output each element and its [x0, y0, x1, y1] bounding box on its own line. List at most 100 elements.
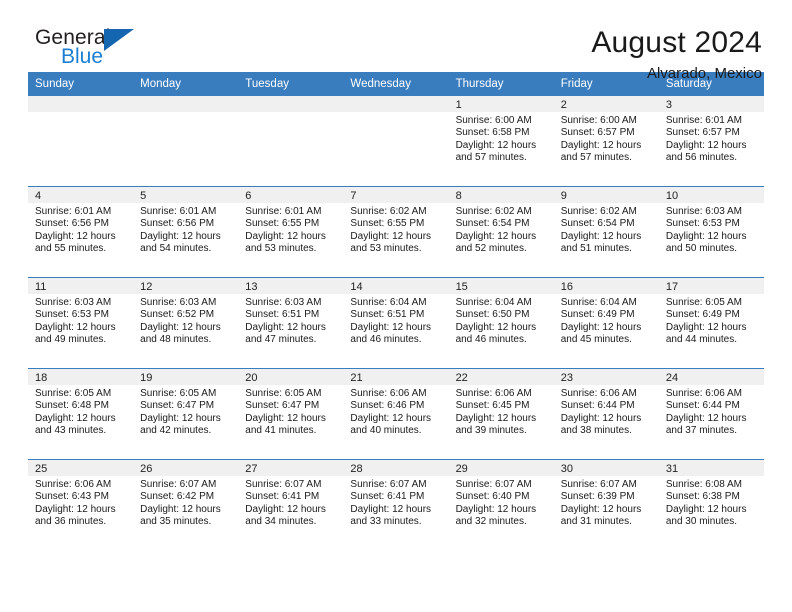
- day-number: 16: [553, 278, 659, 294]
- day-number: 6: [238, 187, 344, 203]
- calendar-week-row: 1 Sunrise: 6:00 AM Sunset: 6:58 PM Daylight…: [28, 96, 764, 187]
- sunset-time: Sunset: 6:51 PM: [350, 309, 425, 321]
- day-cell-inner: 27 Sunrise: 6:07 AM Sunset: 6:41 PM Dayligh…: [238, 460, 344, 550]
- calendar-day-cell[interactable]: 12 Sunrise: 6:03 AM Sunset: 6:52 PM Dayligh…: [133, 277, 239, 369]
- daylight-duration-line2: and 42 minutes.: [140, 425, 212, 437]
- calendar-day-cell[interactable]: 18 Sunrise: 6:05 AM Sunset: 6:48 PM Dayligh…: [28, 368, 134, 460]
- day-number: 20: [238, 369, 344, 385]
- calendar-day-cell[interactable]: 2 Sunrise: 6:00 AM Sunset: 6:57 PM Daylight…: [553, 96, 659, 187]
- general-blue-logo[interactable]: General Blue: [28, 26, 155, 68]
- title-block: August 2024 Alvarado, Mexico: [591, 26, 764, 84]
- calendar-day-cell[interactable]: 10 Sunrise: 6:03 AM Sunset: 6:53 PM Dayligh…: [658, 186, 764, 278]
- daylight-duration-line1: Daylight: 12 hours: [455, 139, 537, 151]
- calendar-day-cell[interactable]: 19 Sunrise: 6:05 AM Sunset: 6:47 PM Dayligh…: [133, 368, 239, 460]
- sunset-time: Sunset: 6:49 PM: [665, 309, 740, 321]
- day-cell-inner: 2 Sunrise: 6:00 AM Sunset: 6:57 PM Daylight…: [553, 96, 659, 186]
- page-header: General Blue August 2024 Alvarado, Mexic…: [28, 0, 764, 82]
- calendar-day-cell[interactable]: 20 Sunrise: 6:05 AM Sunset: 6:47 PM Dayligh…: [238, 368, 344, 460]
- daylight-duration-line2: and 38 minutes.: [560, 425, 632, 437]
- weekday-header-monday: Monday: [133, 72, 239, 96]
- calendar-day-cell[interactable]: 7 Sunrise: 6:02 AM Sunset: 6:55 PM Daylight…: [343, 186, 449, 278]
- sunset-time: Sunset: 6:44 PM: [560, 400, 635, 412]
- daylight-duration-line1: Daylight: 12 hours: [35, 412, 116, 424]
- logo-triangle-icon: [104, 29, 134, 51]
- logo-text-blue: Blue: [61, 45, 104, 68]
- calendar-day-cell[interactable]: 30 Sunrise: 6:07 AM Sunset: 6:39 PM Dayligh…: [553, 459, 659, 550]
- day-cell-inner: 24 Sunrise: 6:06 AM Sunset: 6:44 PM Dayligh…: [658, 369, 764, 459]
- calendar-day-cell[interactable]: 24 Sunrise: 6:06 AM Sunset: 6:44 PM Dayligh…: [658, 368, 764, 460]
- calendar-day-cell[interactable]: 17 Sunrise: 6:05 AM Sunset: 6:49 PM Dayligh…: [658, 277, 764, 369]
- calendar-day-cell[interactable]: 21 Sunrise: 6:06 AM Sunset: 6:46 PM Dayligh…: [343, 368, 449, 460]
- day-number: 13: [238, 278, 344, 294]
- sunrise-time: Sunrise: 6:01 AM: [665, 115, 742, 126]
- day-number: 17: [658, 278, 764, 294]
- calendar-day-cell[interactable]: 1 Sunrise: 6:00 AM Sunset: 6:58 PM Daylight…: [448, 96, 554, 187]
- calendar-day-cell[interactable]: 15 Sunrise: 6:04 AM Sunset: 6:50 PM Dayligh…: [448, 277, 554, 369]
- sunrise-time: Sunrise: 6:08 AM: [665, 479, 742, 490]
- day-number: 21: [343, 369, 449, 385]
- calendar-day-cell[interactable]: 29 Sunrise: 6:07 AM Sunset: 6:40 PM Dayligh…: [448, 459, 554, 550]
- calendar-day-cell[interactable]: 8 Sunrise: 6:02 AM Sunset: 6:54 PM Daylight…: [448, 186, 554, 278]
- sunset-time: Sunset: 6:47 PM: [245, 400, 320, 412]
- day-sun-details: Sunrise: 6:05 AM Sunset: 6:48 PM Daylight:…: [28, 385, 133, 438]
- calendar-day-cell[interactable]: 31 Sunrise: 6:08 AM Sunset: 6:38 PM Dayligh…: [658, 459, 764, 550]
- day-cell-inner: 17 Sunrise: 6:05 AM Sunset: 6:49 PM Dayligh…: [658, 278, 764, 368]
- daylight-duration-line2: and 53 minutes.: [245, 243, 317, 255]
- daylight-duration-line2: and 37 minutes.: [665, 425, 738, 437]
- calendar-day-cell[interactable]: 25 Sunrise: 6:06 AM Sunset: 6:43 PM Dayligh…: [28, 459, 134, 550]
- day-cell-inner: [238, 96, 344, 186]
- sunset-time: Sunset: 6:53 PM: [35, 309, 109, 321]
- calendar-day-cell[interactable]: 22 Sunrise: 6:06 AM Sunset: 6:45 PM Dayligh…: [448, 368, 554, 460]
- day-cell-inner: [133, 96, 239, 186]
- daylight-duration-line1: Daylight: 12 hours: [665, 321, 747, 333]
- calendar-day-cell[interactable]: 11 Sunrise: 6:03 AM Sunset: 6:53 PM Dayligh…: [28, 277, 134, 369]
- sunset-time: Sunset: 6:53 PM: [665, 218, 740, 230]
- daylight-duration-line1: Daylight: 12 hours: [245, 230, 326, 242]
- day-number: 25: [28, 460, 134, 476]
- sunrise-time: Sunrise: 6:03 AM: [245, 297, 322, 308]
- calendar-day-cell[interactable]: 13 Sunrise: 6:03 AM Sunset: 6:51 PM Dayligh…: [238, 277, 344, 369]
- calendar-day-cell[interactable]: 16 Sunrise: 6:04 AM Sunset: 6:49 PM Dayligh…: [553, 277, 659, 369]
- day-number: 11: [28, 278, 134, 294]
- calendar-day-cell[interactable]: 23 Sunrise: 6:06 AM Sunset: 6:44 PM Dayligh…: [553, 368, 659, 460]
- calendar-day-cell[interactable]: 14 Sunrise: 6:04 AM Sunset: 6:51 PM Dayligh…: [343, 277, 449, 369]
- sunrise-time: Sunrise: 6:04 AM: [455, 297, 532, 308]
- day-sun-details: Sunrise: 6:06 AM Sunset: 6:44 PM Daylight:…: [659, 385, 764, 438]
- calendar-day-cell[interactable]: 4 Sunrise: 6:01 AM Sunset: 6:56 PM Daylight…: [28, 186, 134, 278]
- day-cell-inner: 6 Sunrise: 6:01 AM Sunset: 6:55 PM Daylight…: [238, 187, 344, 277]
- day-sun-details: Sunrise: 6:04 AM Sunset: 6:51 PM Daylight:…: [343, 294, 448, 347]
- day-number-blank: [238, 96, 344, 112]
- day-sun-details: Sunrise: 6:04 AM Sunset: 6:49 PM Daylight:…: [554, 294, 659, 347]
- day-sun-details: Sunrise: 6:08 AM Sunset: 6:38 PM Daylight:…: [659, 476, 764, 529]
- day-number: 9: [553, 187, 659, 203]
- sunset-time: Sunset: 6:54 PM: [560, 218, 635, 230]
- calendar-day-cell[interactable]: 3 Sunrise: 6:01 AM Sunset: 6:57 PM Daylight…: [658, 96, 764, 187]
- calendar-day-cell[interactable]: 5 Sunrise: 6:01 AM Sunset: 6:56 PM Daylight…: [133, 186, 239, 278]
- sunset-time: Sunset: 6:50 PM: [455, 309, 530, 321]
- calendar-day-cell[interactable]: 9 Sunrise: 6:02 AM Sunset: 6:54 PM Daylight…: [553, 186, 659, 278]
- day-cell-inner: 30 Sunrise: 6:07 AM Sunset: 6:39 PM Dayligh…: [553, 460, 659, 550]
- sunset-time: Sunset: 6:57 PM: [560, 127, 635, 139]
- sunset-time: Sunset: 6:38 PM: [665, 491, 740, 503]
- sunrise-time: Sunrise: 6:06 AM: [35, 479, 112, 490]
- day-number: 29: [448, 460, 554, 476]
- sunrise-time: Sunrise: 6:02 AM: [455, 206, 532, 217]
- day-number: 2: [553, 96, 659, 112]
- daylight-duration-line2: and 46 minutes.: [455, 334, 527, 346]
- daylight-duration-line1: Daylight: 12 hours: [245, 503, 326, 515]
- day-sun-details: Sunrise: 6:04 AM Sunset: 6:50 PM Daylight:…: [449, 294, 554, 347]
- daylight-duration-line1: Daylight: 12 hours: [245, 321, 326, 333]
- calendar-day-cell[interactable]: 27 Sunrise: 6:07 AM Sunset: 6:41 PM Dayligh…: [238, 459, 344, 550]
- weekday-header-tuesday: Tuesday: [238, 72, 344, 96]
- daylight-duration-line1: Daylight: 12 hours: [350, 503, 432, 515]
- day-number: 8: [448, 187, 554, 203]
- daylight-duration-line2: and 57 minutes.: [455, 152, 527, 164]
- sunrise-time: Sunrise: 6:01 AM: [35, 206, 112, 217]
- calendar-day-cell[interactable]: 28 Sunrise: 6:07 AM Sunset: 6:41 PM Dayligh…: [343, 459, 449, 550]
- sunrise-time: Sunrise: 6:00 AM: [560, 115, 637, 126]
- calendar-page: General Blue August 2024 Alvarado, Mexic…: [0, 0, 792, 612]
- daylight-duration-line2: and 51 minutes.: [560, 243, 632, 255]
- daylight-duration-line1: Daylight: 12 hours: [455, 412, 537, 424]
- calendar-day-cell[interactable]: 6 Sunrise: 6:01 AM Sunset: 6:55 PM Daylight…: [238, 186, 344, 278]
- calendar-day-cell[interactable]: 26 Sunrise: 6:07 AM Sunset: 6:42 PM Dayligh…: [133, 459, 239, 550]
